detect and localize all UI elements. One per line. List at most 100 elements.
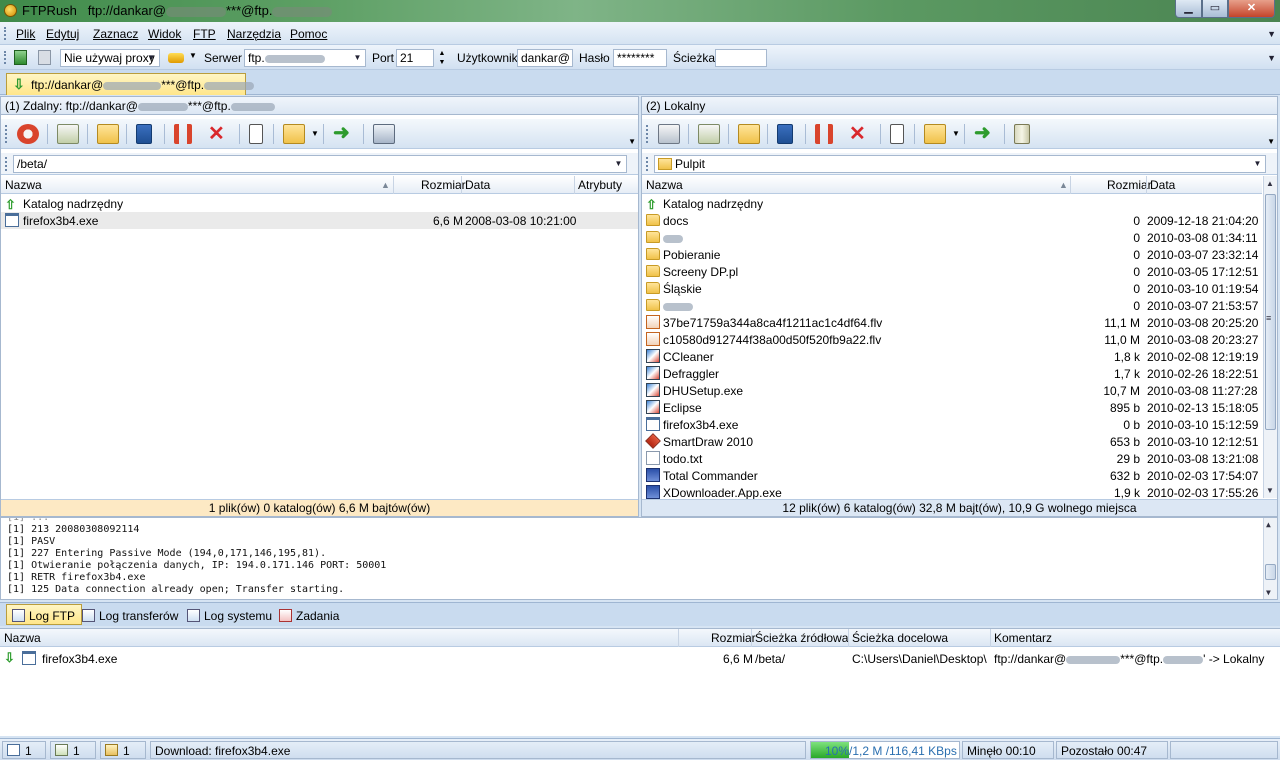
- column-comment[interactable]: Komentarz: [994, 631, 1052, 645]
- log-scrollbar[interactable]: ▲ ▼: [1263, 518, 1277, 599]
- toolbar-grip[interactable]: [5, 125, 8, 143]
- table-row[interactable]: c10580d912744f38a00d50f520fb9a22.flv 11,0…: [642, 331, 1262, 348]
- connect-icon[interactable]: [14, 50, 27, 65]
- menu-ftp[interactable]: FTP: [193, 27, 216, 41]
- folder-check-icon[interactable]: [924, 124, 946, 144]
- terminal-icon[interactable]: [373, 124, 395, 144]
- tab-log-transfers[interactable]: Log transferów: [76, 604, 185, 625]
- chevron-down-icon[interactable]: ▼: [1267, 29, 1276, 39]
- column-divider[interactable]: [1070, 176, 1071, 194]
- maximize-button[interactable]: ▭: [1202, 0, 1228, 18]
- server-input[interactable]: ftp. ▼: [244, 49, 366, 67]
- column-divider[interactable]: [1146, 176, 1147, 194]
- toolbar-grip[interactable]: [646, 125, 649, 143]
- column-date[interactable]: Data: [465, 178, 490, 192]
- scrollbar-thumb[interactable]: [1265, 194, 1276, 430]
- table-row[interactable]: Pobieranie 0 2010-03-07 23:32:14: [642, 246, 1262, 263]
- folder-check-icon[interactable]: [283, 124, 305, 144]
- table-row[interactable]: firefox3b4.exe 6,6 M 2008-03-08 10:21:00: [1, 212, 638, 229]
- minimize-button[interactable]: ▁: [1175, 0, 1202, 18]
- stop-icon[interactable]: ✕: [849, 124, 871, 144]
- table-row[interactable]: SmartDraw 2010 653 b 2010-03-10 12:12:51: [642, 433, 1262, 450]
- copy-icon[interactable]: [249, 124, 263, 144]
- pause-icon[interactable]: [815, 124, 833, 144]
- refresh-icon[interactable]: [698, 124, 720, 144]
- local-path-input[interactable]: Pulpit ▼: [654, 155, 1266, 173]
- column-name[interactable]: Nazwa: [4, 631, 41, 645]
- column-size[interactable]: Rozmiar: [711, 631, 756, 645]
- column-divider[interactable]: [678, 629, 679, 647]
- disconnect-icon[interactable]: [17, 124, 39, 144]
- column-divider[interactable]: [751, 629, 752, 647]
- column-divider[interactable]: [461, 176, 462, 194]
- table-row[interactable]: Screeny DP.pl 0 2010-03-05 17:12:51: [642, 263, 1262, 280]
- table-row[interactable]: 37be71759a344a8ca4f1211ac1c4df64.flv 11,1…: [642, 314, 1262, 331]
- menu-narzedzia[interactable]: Narzędzia: [227, 27, 281, 41]
- pause-icon[interactable]: [174, 124, 192, 144]
- scroll-up-icon[interactable]: ▲: [1266, 179, 1274, 188]
- menu-zaznacz[interactable]: Zaznacz: [93, 27, 138, 41]
- column-divider[interactable]: [574, 176, 575, 194]
- column-size[interactable]: Rozmiar: [421, 178, 466, 192]
- toolbar-grip[interactable]: [646, 157, 649, 171]
- queue-row[interactable]: ⇩ firefox3b4.exe 6,6 M /beta/ C:\Users\D…: [0, 650, 1280, 667]
- chevron-down-icon[interactable]: ▼: [1267, 53, 1276, 63]
- column-divider[interactable]: [990, 629, 991, 647]
- tab-log-system[interactable]: Log systemu: [181, 604, 279, 625]
- close-button[interactable]: ✕: [1228, 0, 1275, 18]
- table-row[interactable]: 0 2010-03-07 21:53:57: [642, 297, 1262, 314]
- scroll-down-icon[interactable]: ▼: [1266, 486, 1274, 495]
- proxy-select[interactable]: Nie używaj proxy ▼: [60, 49, 160, 67]
- column-divider[interactable]: [848, 629, 849, 647]
- port-stepper[interactable]: ▲ ▼: [436, 49, 448, 67]
- toolbar-grip[interactable]: [5, 157, 8, 171]
- user-input[interactable]: dankar@: [517, 49, 573, 67]
- toolbar-grip[interactable]: [4, 51, 7, 64]
- transfer-arrow-icon[interactable]: ➜: [333, 123, 355, 144]
- toolbar-grip[interactable]: [4, 27, 7, 40]
- column-target-path[interactable]: Ścieżka docelowa: [852, 631, 948, 645]
- menu-plik[interactable]: Plik: [16, 27, 35, 41]
- refresh-icon[interactable]: [57, 124, 79, 144]
- parent-folder-icon[interactable]: [738, 124, 760, 144]
- table-row[interactable]: todo.txt 29 b 2010-03-08 13:21:08: [642, 450, 1262, 467]
- tab-tasks[interactable]: Zadania: [273, 604, 346, 625]
- table-row[interactable]: Defraggler 1,7 k 2010-02-26 18:22:51: [642, 365, 1262, 382]
- table-row[interactable]: DHUSetup.exe 10,7 M 2010-03-08 11:27:28: [642, 382, 1262, 399]
- drive-icon[interactable]: [658, 124, 680, 144]
- parent-directory-row[interactable]: ⇧ Katalog nadrzędny: [1, 195, 638, 212]
- column-attributes[interactable]: Atrybuty: [578, 178, 622, 192]
- remote-path-input[interactable]: /beta/▼: [13, 155, 627, 173]
- column-divider[interactable]: [393, 176, 394, 194]
- parent-folder-icon[interactable]: [97, 124, 119, 144]
- bookmark-icon[interactable]: [777, 124, 793, 144]
- scroll-up-icon[interactable]: ▲: [1266, 520, 1271, 529]
- table-row[interactable]: docs 0 2009-12-18 21:04:20: [642, 212, 1262, 229]
- local-scrollbar[interactable]: ▲ ≡ ▼: [1263, 176, 1277, 498]
- menu-edytuj[interactable]: Edytuj: [46, 27, 79, 41]
- column-size[interactable]: Rozmiar: [1107, 178, 1152, 192]
- copy-icon[interactable]: [890, 124, 904, 144]
- table-row[interactable]: Eclipse 895 b 2010-02-13 15:18:05: [642, 399, 1262, 416]
- chevron-down-icon[interactable]: ▼: [628, 137, 636, 146]
- port-input[interactable]: 21: [396, 49, 434, 67]
- transfer-arrow-icon[interactable]: ➜: [974, 123, 996, 144]
- password-input[interactable]: ********: [613, 49, 667, 67]
- table-row[interactable]: Total Commander 632 b 2010-02-03 17:54:07: [642, 467, 1262, 484]
- tab-log-ftp[interactable]: Log FTP: [6, 604, 83, 625]
- table-row[interactable]: Śląskie 0 2010-03-10 01:19:54: [642, 280, 1262, 297]
- stop-icon[interactable]: ✕: [208, 124, 230, 144]
- chevron-down-icon[interactable]: ▼: [1267, 137, 1275, 146]
- archive-icon[interactable]: [1014, 124, 1030, 144]
- column-name[interactable]: Nazwa: [5, 178, 42, 192]
- column-name[interactable]: Nazwa: [646, 178, 683, 192]
- bookmark-icon[interactable]: [136, 124, 152, 144]
- disconnect-icon[interactable]: [38, 50, 51, 65]
- table-row[interactable]: 0 2010-03-08 01:34:11: [642, 229, 1262, 246]
- menu-pomoc[interactable]: Pomoc: [290, 27, 327, 41]
- scrollbar-thumb[interactable]: [1265, 564, 1276, 580]
- parent-directory-row[interactable]: ⇧ Katalog nadrzędny: [642, 195, 1262, 212]
- chevron-down-icon[interactable]: ▼: [311, 129, 319, 138]
- table-row[interactable]: CCleaner 1,8 k 2010-02-08 12:19:19: [642, 348, 1262, 365]
- column-date[interactable]: Data: [1150, 178, 1175, 192]
